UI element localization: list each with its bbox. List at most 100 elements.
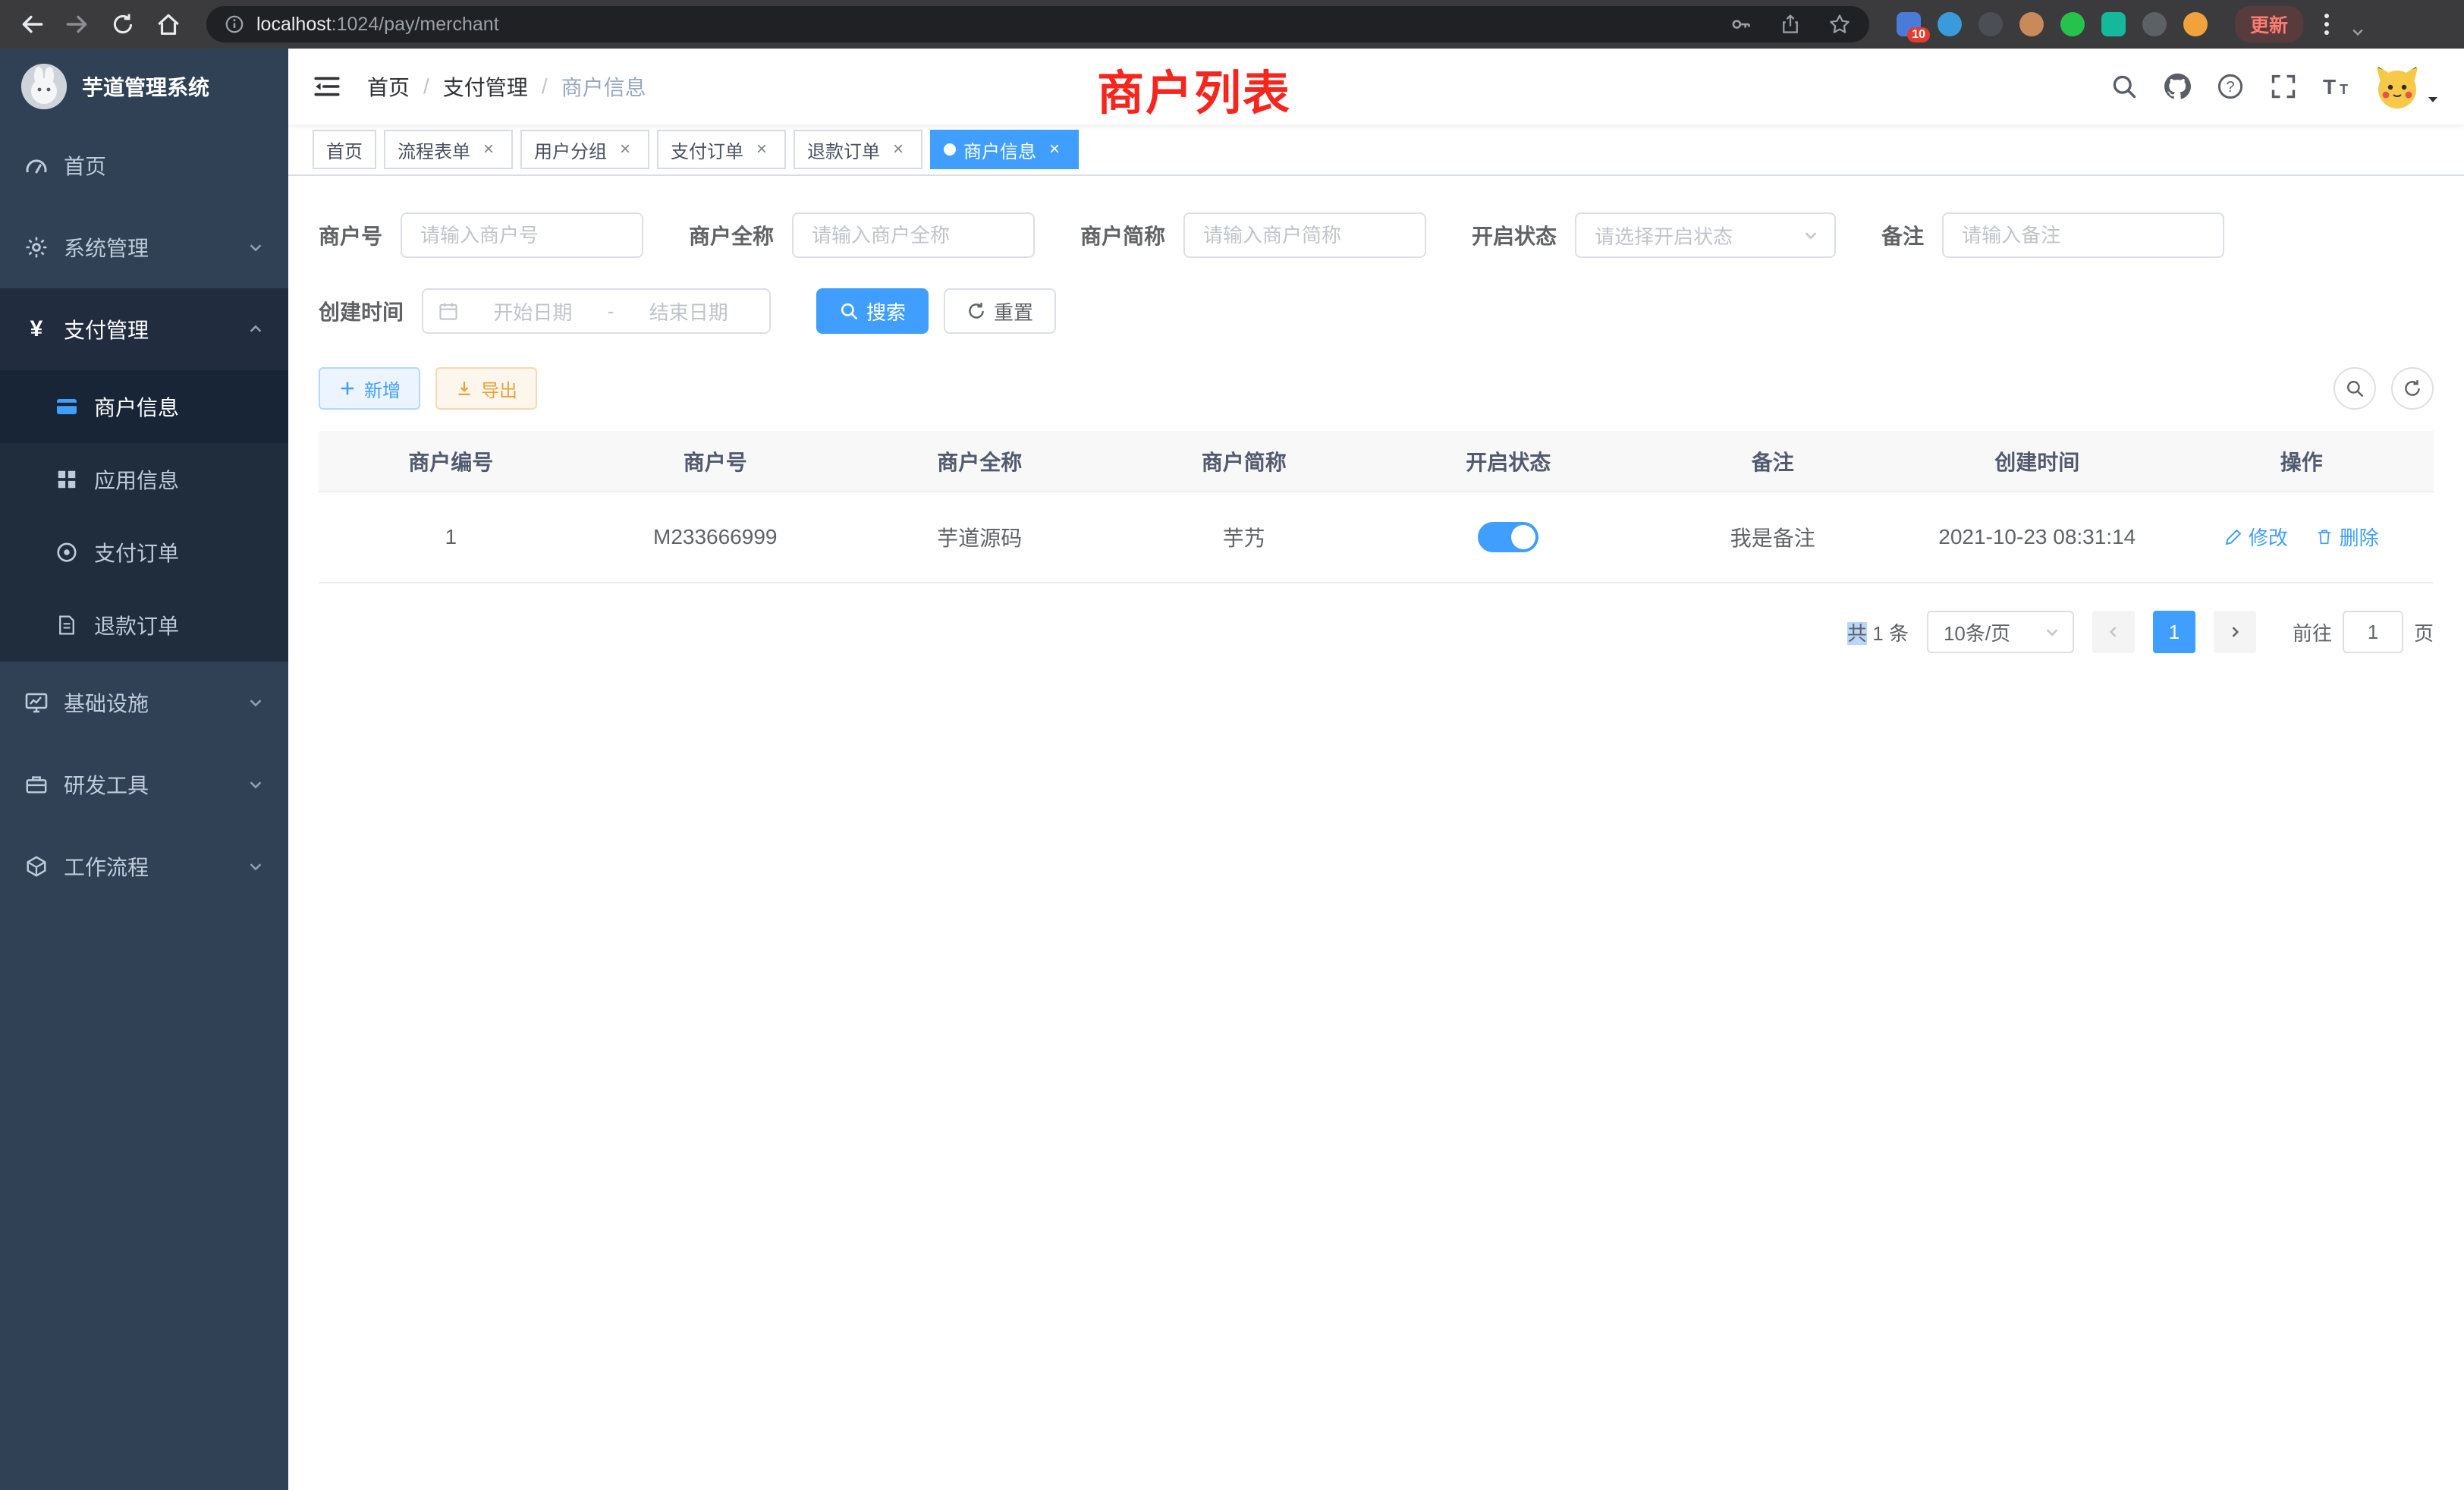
reload-button[interactable] <box>106 8 140 41</box>
start-date-input[interactable]: 开始日期 <box>467 297 599 325</box>
sidebar-item-label: 系统管理 <box>64 232 149 262</box>
date-range-picker[interactable]: 开始日期 - 结束日期 <box>422 288 771 334</box>
breadcrumb-home[interactable]: 首页 <box>367 71 410 102</box>
chevron-right-icon <box>2227 624 2242 640</box>
tab-user-group[interactable]: 用户分组× <box>520 130 649 169</box>
extension-icon[interactable] <box>2101 12 2126 36</box>
filter-row-1: 商户号 商户全称 商户简称 开启状态 请选择开启状态 <box>319 212 2434 258</box>
extension-icon[interactable] <box>2019 12 2044 36</box>
field-label: 备注 <box>1881 220 1924 250</box>
sidebar-item-devtools[interactable]: 研发工具 <box>0 743 288 825</box>
status-select[interactable]: 请选择开启状态 <box>1575 212 1836 258</box>
sidebar-item-pay[interactable]: ¥ 支付管理 <box>0 288 288 370</box>
close-icon[interactable]: × <box>888 139 909 160</box>
tab-refund-order[interactable]: 退款订单× <box>794 130 922 169</box>
sidebar-item-refund-order[interactable]: 退款订单 <box>0 589 288 662</box>
sidebar-item-label: 支付订单 <box>94 537 179 567</box>
github-icon[interactable] <box>2162 71 2192 102</box>
breadcrumb-current: 商户信息 <box>561 71 646 102</box>
reset-button[interactable]: 重置 <box>944 288 1056 334</box>
refresh-table-button[interactable] <box>2391 367 2434 410</box>
chevron-up-icon <box>247 321 264 338</box>
hamburger-icon[interactable] <box>313 71 343 102</box>
cell-create-time: 2021-10-23 08:31:14 <box>1905 492 2170 583</box>
search-button[interactable]: 搜索 <box>816 288 929 334</box>
page-number-button[interactable]: 1 <box>2153 611 2195 653</box>
user-menu[interactable] <box>2374 64 2440 109</box>
document-icon <box>55 613 79 637</box>
sidebar-item-infra[interactable]: 基础设施 <box>0 662 288 743</box>
end-date-input[interactable]: 结束日期 <box>623 297 754 325</box>
toolbar-right <box>2334 367 2434 410</box>
export-button[interactable]: 导出 <box>435 367 537 410</box>
extension-icon[interactable] <box>2183 12 2208 36</box>
sidebar-item-pay-order[interactable]: 支付订单 <box>0 516 288 589</box>
extension-icon[interactable] <box>1978 12 2003 36</box>
status-toggle[interactable] <box>1478 522 1538 552</box>
back-button[interactable] <box>15 8 49 41</box>
page-info-icon[interactable] <box>225 14 244 34</box>
full-name-input[interactable] <box>792 212 1035 258</box>
close-icon[interactable]: × <box>614 139 636 160</box>
sidebar-item-app-info[interactable]: 应用信息 <box>0 443 288 516</box>
next-page-button[interactable] <box>2214 611 2256 653</box>
extension-icon[interactable] <box>1938 12 1962 36</box>
sidebar-item-merchant-info[interactable]: 商户信息 <box>0 370 288 443</box>
tab-pay-order[interactable]: 支付订单 × <box>657 130 786 169</box>
share-icon[interactable] <box>1780 14 1801 35</box>
merchant-no-input[interactable] <box>401 212 643 258</box>
browser-update-button[interactable]: 更新 <box>2235 6 2303 42</box>
browser-menu-button[interactable] <box>2315 8 2338 41</box>
url-bar[interactable]: localhost:1024/pay/merchant <box>206 6 1869 42</box>
sidebar-item-label: 支付管理 <box>64 314 149 344</box>
reset-button-label: 重置 <box>994 297 1033 325</box>
sidebar-item-system[interactable]: 系统管理 <box>0 206 288 288</box>
prev-page-button[interactable] <box>2092 611 2135 653</box>
breadcrumb-pay[interactable]: 支付管理 <box>443 71 528 102</box>
app-logo-rabbit-icon <box>21 64 67 109</box>
sidebar-item-workflow[interactable]: 工作流程 <box>0 825 288 907</box>
calendar-icon <box>438 301 458 321</box>
tab-merchant-info[interactable]: 商户信息× <box>930 130 1079 169</box>
tab-home[interactable]: 首页 <box>313 130 376 169</box>
navbar-actions: ? TT <box>2109 64 2440 109</box>
edit-link[interactable]: 修改 <box>2224 523 2288 551</box>
delete-link-label: 删除 <box>2340 523 2379 551</box>
toggle-search-button[interactable] <box>2334 367 2376 410</box>
font-size-icon[interactable]: TT <box>2321 71 2352 102</box>
password-key-icon[interactable] <box>1730 13 1752 36</box>
close-icon[interactable]: × <box>751 139 772 160</box>
extension-icon[interactable]: 10 <box>1897 12 1921 36</box>
page-size-select[interactable]: 10条/页 <box>1927 611 2074 653</box>
fullscreen-icon[interactable] <box>2268 71 2299 102</box>
user-avatar <box>2374 64 2420 109</box>
short-name-input[interactable] <box>1183 212 1426 258</box>
close-icon[interactable]: × <box>478 139 499 160</box>
close-icon[interactable]: × <box>1044 139 1065 160</box>
app: 芋道管理系统 首页 系统管理 ¥ 支付管理 <box>0 49 2464 1490</box>
tab-label: 支付订单 <box>671 137 743 163</box>
help-question-icon[interactable]: ? <box>2215 71 2246 102</box>
tab-process-form[interactable]: 流程表单× <box>384 130 513 169</box>
field-label: 创建时间 <box>319 296 404 326</box>
bookmark-star-icon[interactable] <box>1828 13 1851 36</box>
browser-caret-icon[interactable] <box>2350 24 2365 39</box>
extension-icon[interactable] <box>2060 12 2085 36</box>
filter-remark: 备注 <box>1881 212 2224 258</box>
delete-link[interactable]: 删除 <box>2315 523 2379 551</box>
forward-button[interactable] <box>61 8 94 41</box>
home-button[interactable] <box>152 8 185 41</box>
breadcrumb: 首页 / 支付管理 / 商户信息 <box>367 71 646 102</box>
sidebar-item-home[interactable]: 首页 <box>0 124 288 206</box>
sidebar-group-pay: ¥ 支付管理 商户信息 应用信息 <box>0 288 288 662</box>
extension-badge: 10 <box>1907 27 1930 42</box>
header-search-icon[interactable] <box>2109 71 2139 102</box>
remark-input[interactable] <box>1942 212 2224 258</box>
extension-icon[interactable] <box>2142 12 2167 36</box>
reload-icon <box>111 12 135 36</box>
field-label: 商户简称 <box>1080 220 1165 250</box>
sidebar-logo[interactable]: 芋道管理系统 <box>0 49 288 124</box>
chevron-down-icon <box>247 694 264 711</box>
add-button[interactable]: 新增 <box>319 367 420 410</box>
goto-page-input[interactable] <box>2343 611 2403 653</box>
